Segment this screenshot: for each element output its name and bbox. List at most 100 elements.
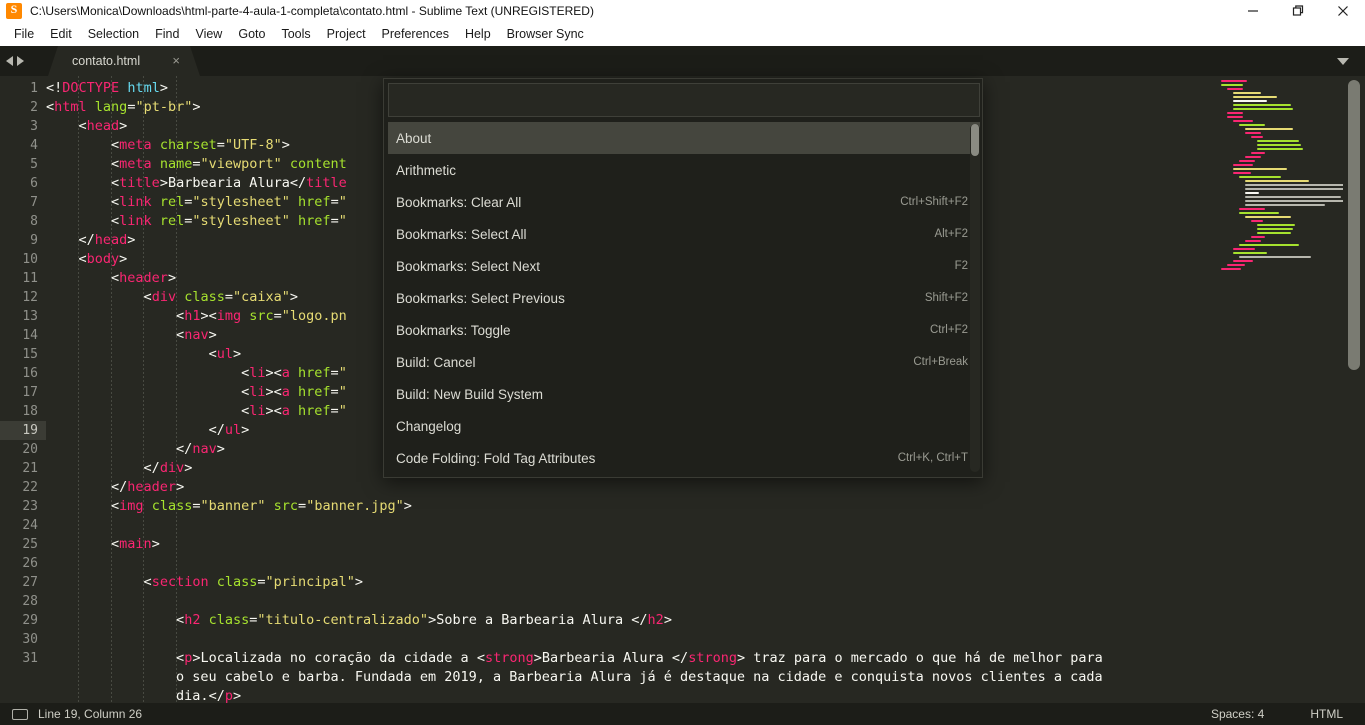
minimap-line <box>1233 172 1251 174</box>
command-palette-item[interactable]: Build: New Build System <box>388 378 980 410</box>
command-palette-item-label: Changelog <box>396 419 461 434</box>
minimap[interactable] <box>1215 76 1343 703</box>
code-line: <li><a href=" <box>46 402 347 421</box>
line-number: 6 <box>0 174 46 193</box>
status-syntax[interactable]: HTML <box>1310 707 1343 721</box>
minimap-line <box>1257 140 1299 142</box>
command-palette-item-shortcut: Ctrl+K, Ctrl+T <box>898 452 968 464</box>
command-palette-item-label: Arithmetic <box>396 163 456 178</box>
code-line: <h2 class="titulo-centralizado">Sobre a … <box>46 611 672 630</box>
title-bar: C:\Users\Monica\Downloads\html-parte-4-a… <box>0 0 1365 22</box>
code-line: </head> <box>46 231 135 250</box>
tab-contato-html[interactable]: contato.html × <box>48 46 200 76</box>
line-number: 7 <box>0 193 46 212</box>
menu-item-goto[interactable]: Goto <box>230 24 273 44</box>
menu-item-find[interactable]: Find <box>147 24 187 44</box>
menu-item-help[interactable]: Help <box>457 24 499 44</box>
code-line: <body> <box>46 250 127 269</box>
command-palette-item[interactable]: Bookmarks: Select AllAlt+F2 <box>388 218 980 250</box>
line-number: 28 <box>0 592 46 611</box>
line-number: 18 <box>0 402 46 421</box>
command-palette-item[interactable]: Arithmetic <box>388 154 980 186</box>
command-palette-item-label: Bookmarks: Toggle <box>396 323 511 338</box>
minimap-line <box>1251 136 1263 138</box>
tab-label: contato.html <box>72 54 140 68</box>
minimap-line <box>1245 128 1293 130</box>
line-number: 9 <box>0 231 46 250</box>
minimap-line <box>1245 200 1343 202</box>
command-palette-item-label: Code Folding: Fold Tag Attributes <box>396 451 595 466</box>
close-icon[interactable] <box>1320 0 1365 22</box>
tab-close-icon[interactable]: × <box>172 54 180 67</box>
command-palette-item[interactable]: Bookmarks: ToggleCtrl+F2 <box>388 314 980 346</box>
code-line: <p>Localizada no coração da cidade a <st… <box>46 649 1103 668</box>
command-palette-scrollbar-thumb[interactable] <box>971 124 979 156</box>
command-palette-input[interactable] <box>388 83 980 117</box>
minimap-line <box>1221 268 1241 270</box>
command-palette-item-label: About <box>396 131 431 146</box>
minimap-line <box>1233 96 1277 98</box>
command-palette[interactable]: About Arithmetic Bookmarks: Clear AllCtrl+… <box>383 78 983 478</box>
menu-item-view[interactable]: View <box>187 24 230 44</box>
command-palette-item[interactable]: Bookmarks: Select NextF2 <box>388 250 980 282</box>
minimap-line <box>1233 260 1253 262</box>
command-palette-scrollbar[interactable] <box>970 124 980 472</box>
code-line: </header> <box>46 478 184 497</box>
window-title: C:\Users\Monica\Downloads\html-parte-4-a… <box>30 4 594 18</box>
code-line: <ul> <box>46 345 241 364</box>
sublime-logo-icon <box>6 3 22 19</box>
minimize-icon[interactable] <box>1230 0 1275 22</box>
sidebar-toggle-icon[interactable] <box>12 709 28 720</box>
line-number: 29 <box>0 611 46 630</box>
minimap-line <box>1251 152 1265 154</box>
command-palette-item[interactable]: About <box>388 122 980 154</box>
minimap-line <box>1245 184 1343 186</box>
line-number: 15 <box>0 345 46 364</box>
command-palette-item[interactable]: Build: CancelCtrl+Break <box>388 346 980 378</box>
status-bar-right: Spaces: 4 HTML <box>1211 703 1365 725</box>
menu-item-tools[interactable]: Tools <box>273 24 318 44</box>
minimap-line <box>1245 192 1259 194</box>
command-palette-item-shortcut: F2 <box>955 260 968 272</box>
code-line: <div class="caixa"> <box>46 288 298 307</box>
sublime-text-window: C:\Users\Monica\Downloads\html-parte-4-a… <box>0 0 1365 725</box>
tab-nav-arrows[interactable] <box>6 46 24 76</box>
line-number: 11 <box>0 269 46 288</box>
chevron-down-icon[interactable] <box>1337 58 1349 65</box>
command-palette-item[interactable]: Code Folding: Fold Tag Attributes Ctrl+K,… <box>388 442 980 474</box>
code-line: <!DOCTYPE html> <box>46 79 168 98</box>
command-palette-list[interactable]: About Arithmetic Bookmarks: Clear AllCtrl+… <box>388 122 980 474</box>
minimap-line <box>1245 180 1309 182</box>
menu-item-selection[interactable]: Selection <box>80 24 147 44</box>
minimap-line <box>1221 84 1243 86</box>
command-palette-item[interactable]: Bookmarks: Select PreviousShift+F2 <box>388 282 980 314</box>
code-line: dia.</p> <box>46 687 241 703</box>
command-palette-item-shortcut: Shift+F2 <box>925 292 968 304</box>
command-palette-item[interactable]: Changelog <box>388 410 980 442</box>
menu-item-project[interactable]: Project <box>319 24 374 44</box>
menu-item-preferences[interactable]: Preferences <box>374 24 457 44</box>
minimap-line <box>1251 220 1263 222</box>
minimap-line <box>1227 112 1243 114</box>
code-line: </div> <box>46 459 192 478</box>
minimap-line <box>1227 264 1245 266</box>
tab-prev-icon[interactable] <box>6 56 13 66</box>
menu-item-file[interactable]: File <box>6 24 42 44</box>
minimap-line <box>1257 144 1301 146</box>
code-line: <title>Barbearia Alura</title <box>46 174 347 193</box>
command-palette-item[interactable]: Bookmarks: Clear AllCtrl+Shift+F2 <box>388 186 980 218</box>
tab-next-icon[interactable] <box>17 56 24 66</box>
scrollbar-thumb[interactable] <box>1348 80 1360 370</box>
minimap-line <box>1245 196 1341 198</box>
status-bar: Line 19, Column 26 Spaces: 4 HTML <box>0 703 1365 725</box>
menu-item-browser-sync[interactable]: Browser Sync <box>499 24 592 44</box>
status-indentation[interactable]: Spaces: 4 <box>1211 707 1264 721</box>
line-number: 3 <box>0 117 46 136</box>
line-number: 22 <box>0 478 46 497</box>
code-line: <h1><img src="logo.pn <box>46 307 347 326</box>
code-line: <li><a href=" <box>46 383 347 402</box>
maximize-icon[interactable] <box>1275 0 1320 22</box>
menu-item-edit[interactable]: Edit <box>42 24 80 44</box>
line-number: 10 <box>0 250 46 269</box>
editor-vertical-scrollbar[interactable] <box>1343 76 1365 703</box>
